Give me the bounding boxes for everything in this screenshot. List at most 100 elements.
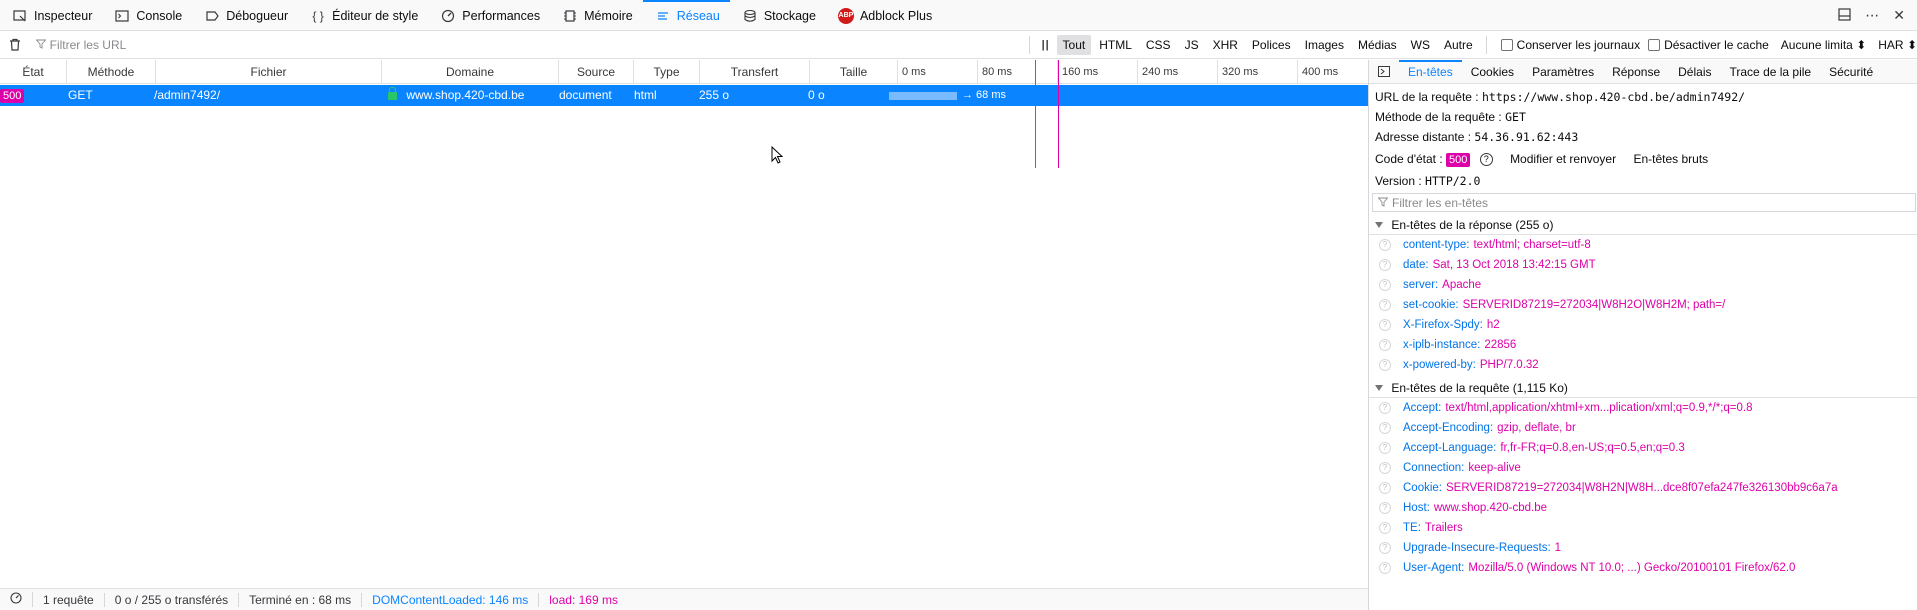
header-help-icon[interactable]: ?: [1379, 258, 1391, 271]
help-icon[interactable]: ?: [1479, 153, 1493, 167]
finished-time: Terminé en : 68 ms: [239, 592, 363, 607]
column-transfer[interactable]: Transfert: [700, 60, 810, 84]
type-filter-all[interactable]: Tout: [1056, 34, 1092, 55]
status-code-label: Code d'état :: [1375, 152, 1443, 166]
type-filter-xhr[interactable]: XHR: [1207, 35, 1244, 55]
tab-network[interactable]: Réseau: [642, 0, 730, 31]
header-help-icon[interactable]: ?: [1379, 541, 1391, 554]
header-help-icon[interactable]: ?: [1379, 481, 1391, 494]
type-filter-ws[interactable]: WS: [1405, 35, 1436, 55]
header-help-icon[interactable]: ?: [1379, 521, 1391, 534]
type-filter-media[interactable]: Médias: [1352, 35, 1403, 55]
tab-storage[interactable]: Stockage: [730, 0, 826, 31]
header-name: set-cookie:: [1403, 299, 1459, 311]
header-help-icon[interactable]: ?: [1379, 318, 1391, 331]
header-row[interactable]: ? set-cookie: SERVERID87219=272034|W8H2O|W…: [1369, 295, 1917, 315]
more-options-icon[interactable]: ⋯: [1865, 7, 1879, 24]
column-domain[interactable]: Domaine: [382, 60, 559, 84]
edit-resend-button[interactable]: Modifier et renvoyer: [1510, 152, 1616, 166]
header-help-icon[interactable]: ?: [1379, 278, 1391, 291]
header-help-icon[interactable]: ?: [1379, 441, 1391, 454]
header-row[interactable]: ? x-iplb-instance: 22856: [1369, 335, 1917, 355]
header-help-icon[interactable]: ?: [1379, 338, 1391, 351]
type-filter-js[interactable]: JS: [1179, 35, 1205, 55]
tab-console[interactable]: Console: [102, 0, 192, 31]
tab-style-editor[interactable]: { } Éditeur de style: [298, 0, 428, 31]
header-help-icon[interactable]: ?: [1379, 298, 1391, 311]
header-row[interactable]: ? TE: Trailers: [1369, 518, 1917, 538]
header-value: SERVERID87219=272034|W8H2O|W8H2M; path=/: [1462, 299, 1726, 311]
column-source[interactable]: Source: [559, 60, 634, 84]
toggle-panel-icon[interactable]: [1369, 60, 1399, 83]
tab-security[interactable]: Sécurité: [1820, 60, 1882, 83]
header-help-icon[interactable]: ?: [1379, 501, 1391, 514]
tab-label: Mémoire: [584, 8, 633, 23]
tab-stack-trace[interactable]: Trace de la pile: [1721, 60, 1821, 83]
checkbox-box[interactable]: [1648, 38, 1661, 51]
tab-performance[interactable]: Performances: [428, 0, 550, 31]
column-size[interactable]: Taille: [810, 60, 898, 84]
tab-timings[interactable]: Délais: [1669, 60, 1720, 83]
storage-icon: [742, 8, 758, 24]
type-filter-html[interactable]: HTML: [1093, 35, 1138, 55]
header-row[interactable]: ? Accept: text/html,application/xhtml+xm..…: [1369, 398, 1917, 418]
url-filter-input[interactable]: [49, 37, 950, 52]
header-help-icon[interactable]: ?: [1379, 561, 1391, 574]
column-type[interactable]: Type: [634, 60, 700, 84]
tab-response[interactable]: Réponse: [1603, 60, 1669, 83]
devtools-toolbar: Inspecteur Console Débogueur { } Éditeur…: [0, 0, 1917, 31]
header-filter: [1372, 193, 1916, 212]
header-row[interactable]: ? Upgrade-Insecure-Requests: 1: [1369, 538, 1917, 558]
clear-requests-trash-icon[interactable]: [0, 38, 30, 51]
dock-side-icon[interactable]: [1838, 7, 1851, 24]
header-help-icon[interactable]: ?: [1379, 358, 1391, 371]
header-row[interactable]: ? Accept-Encoding: gzip, deflate, br: [1369, 418, 1917, 438]
header-row[interactable]: ? content-type: text/html; charset=utf-8: [1369, 235, 1917, 255]
header-row[interactable]: ? X-Firefox-Spdy: h2: [1369, 315, 1917, 335]
pause-recording-icon[interactable]: ||: [1036, 39, 1056, 51]
header-row[interactable]: ? Host: www.shop.420-cbd.be: [1369, 498, 1917, 518]
disable-cache-checkbox[interactable]: Désactiver le cache: [1648, 38, 1769, 52]
header-row[interactable]: ? Connection: keep-alive: [1369, 458, 1917, 478]
header-row[interactable]: ? User-Agent: Mozilla/5.0 (Windows NT 10.0…: [1369, 558, 1917, 578]
har-menu[interactable]: HAR ⬍: [1878, 38, 1917, 52]
tab-cookies[interactable]: Cookies: [1462, 60, 1523, 83]
header-help-icon[interactable]: ?: [1379, 461, 1391, 474]
type-filter-other[interactable]: Autre: [1438, 35, 1479, 55]
tab-params[interactable]: Paramètres: [1523, 60, 1603, 83]
header-row[interactable]: ? x-powered-by: PHP/7.0.32: [1369, 355, 1917, 375]
type-filter-images[interactable]: Images: [1299, 35, 1350, 55]
request-headers-section[interactable]: En-têtes de la requête (1,115 Ko): [1369, 378, 1917, 398]
type-filter-fonts[interactable]: Polices: [1246, 35, 1297, 55]
column-method[interactable]: Méthode: [67, 60, 156, 84]
tab-adblock-plus[interactable]: ABP Adblock Plus: [826, 0, 942, 31]
header-filter-input[interactable]: [1392, 195, 1892, 210]
header-help-icon[interactable]: ?: [1379, 421, 1391, 434]
header-help-icon[interactable]: ?: [1379, 238, 1391, 251]
url-filter: [35, 37, 1023, 52]
header-help-icon[interactable]: ?: [1379, 401, 1391, 414]
tab-headers[interactable]: En-têtes: [1399, 60, 1462, 83]
checkbox-box[interactable]: [1500, 38, 1513, 51]
performance-analysis-icon[interactable]: [0, 592, 33, 607]
raw-headers-button[interactable]: En-têtes bruts: [1633, 152, 1708, 166]
type-filter-css[interactable]: CSS: [1140, 35, 1177, 55]
response-headers-section[interactable]: En-têtes de la réponse (255 o): [1369, 215, 1917, 235]
header-row[interactable]: ? server: Apache: [1369, 275, 1917, 295]
header-row[interactable]: ? date: Sat, 13 Oct 2018 13:42:15 GMT: [1369, 255, 1917, 275]
status-cell: 500: [0, 85, 25, 106]
close-icon[interactable]: ✕: [1893, 7, 1905, 24]
request-url-row: URL de la requête : https://www.shop.420…: [1375, 87, 1917, 107]
tab-memory[interactable]: Mémoire: [550, 0, 643, 31]
column-status[interactable]: État: [0, 60, 67, 84]
header-row[interactable]: ? Accept-Language: fr,fr-FR;q=0.8,en-US;q=…: [1369, 438, 1917, 458]
table-row[interactable]: 500 GET /admin7492/ www.shop.420-cbd.be …: [0, 85, 1368, 106]
tab-debugger[interactable]: Débogueur: [192, 0, 298, 31]
header-name: Host:: [1403, 502, 1430, 514]
header-row[interactable]: ? Cookie: SERVERID87219=272034|W8H2N|W8H..…: [1369, 478, 1917, 498]
filter-icon: [35, 38, 47, 52]
throttling-select[interactable]: Aucune limita ⬍: [1781, 38, 1866, 52]
persist-logs-checkbox[interactable]: Conserver les journaux: [1500, 38, 1640, 52]
tab-inspector[interactable]: Inspecteur: [0, 0, 102, 31]
column-file[interactable]: Fichier: [156, 60, 382, 84]
